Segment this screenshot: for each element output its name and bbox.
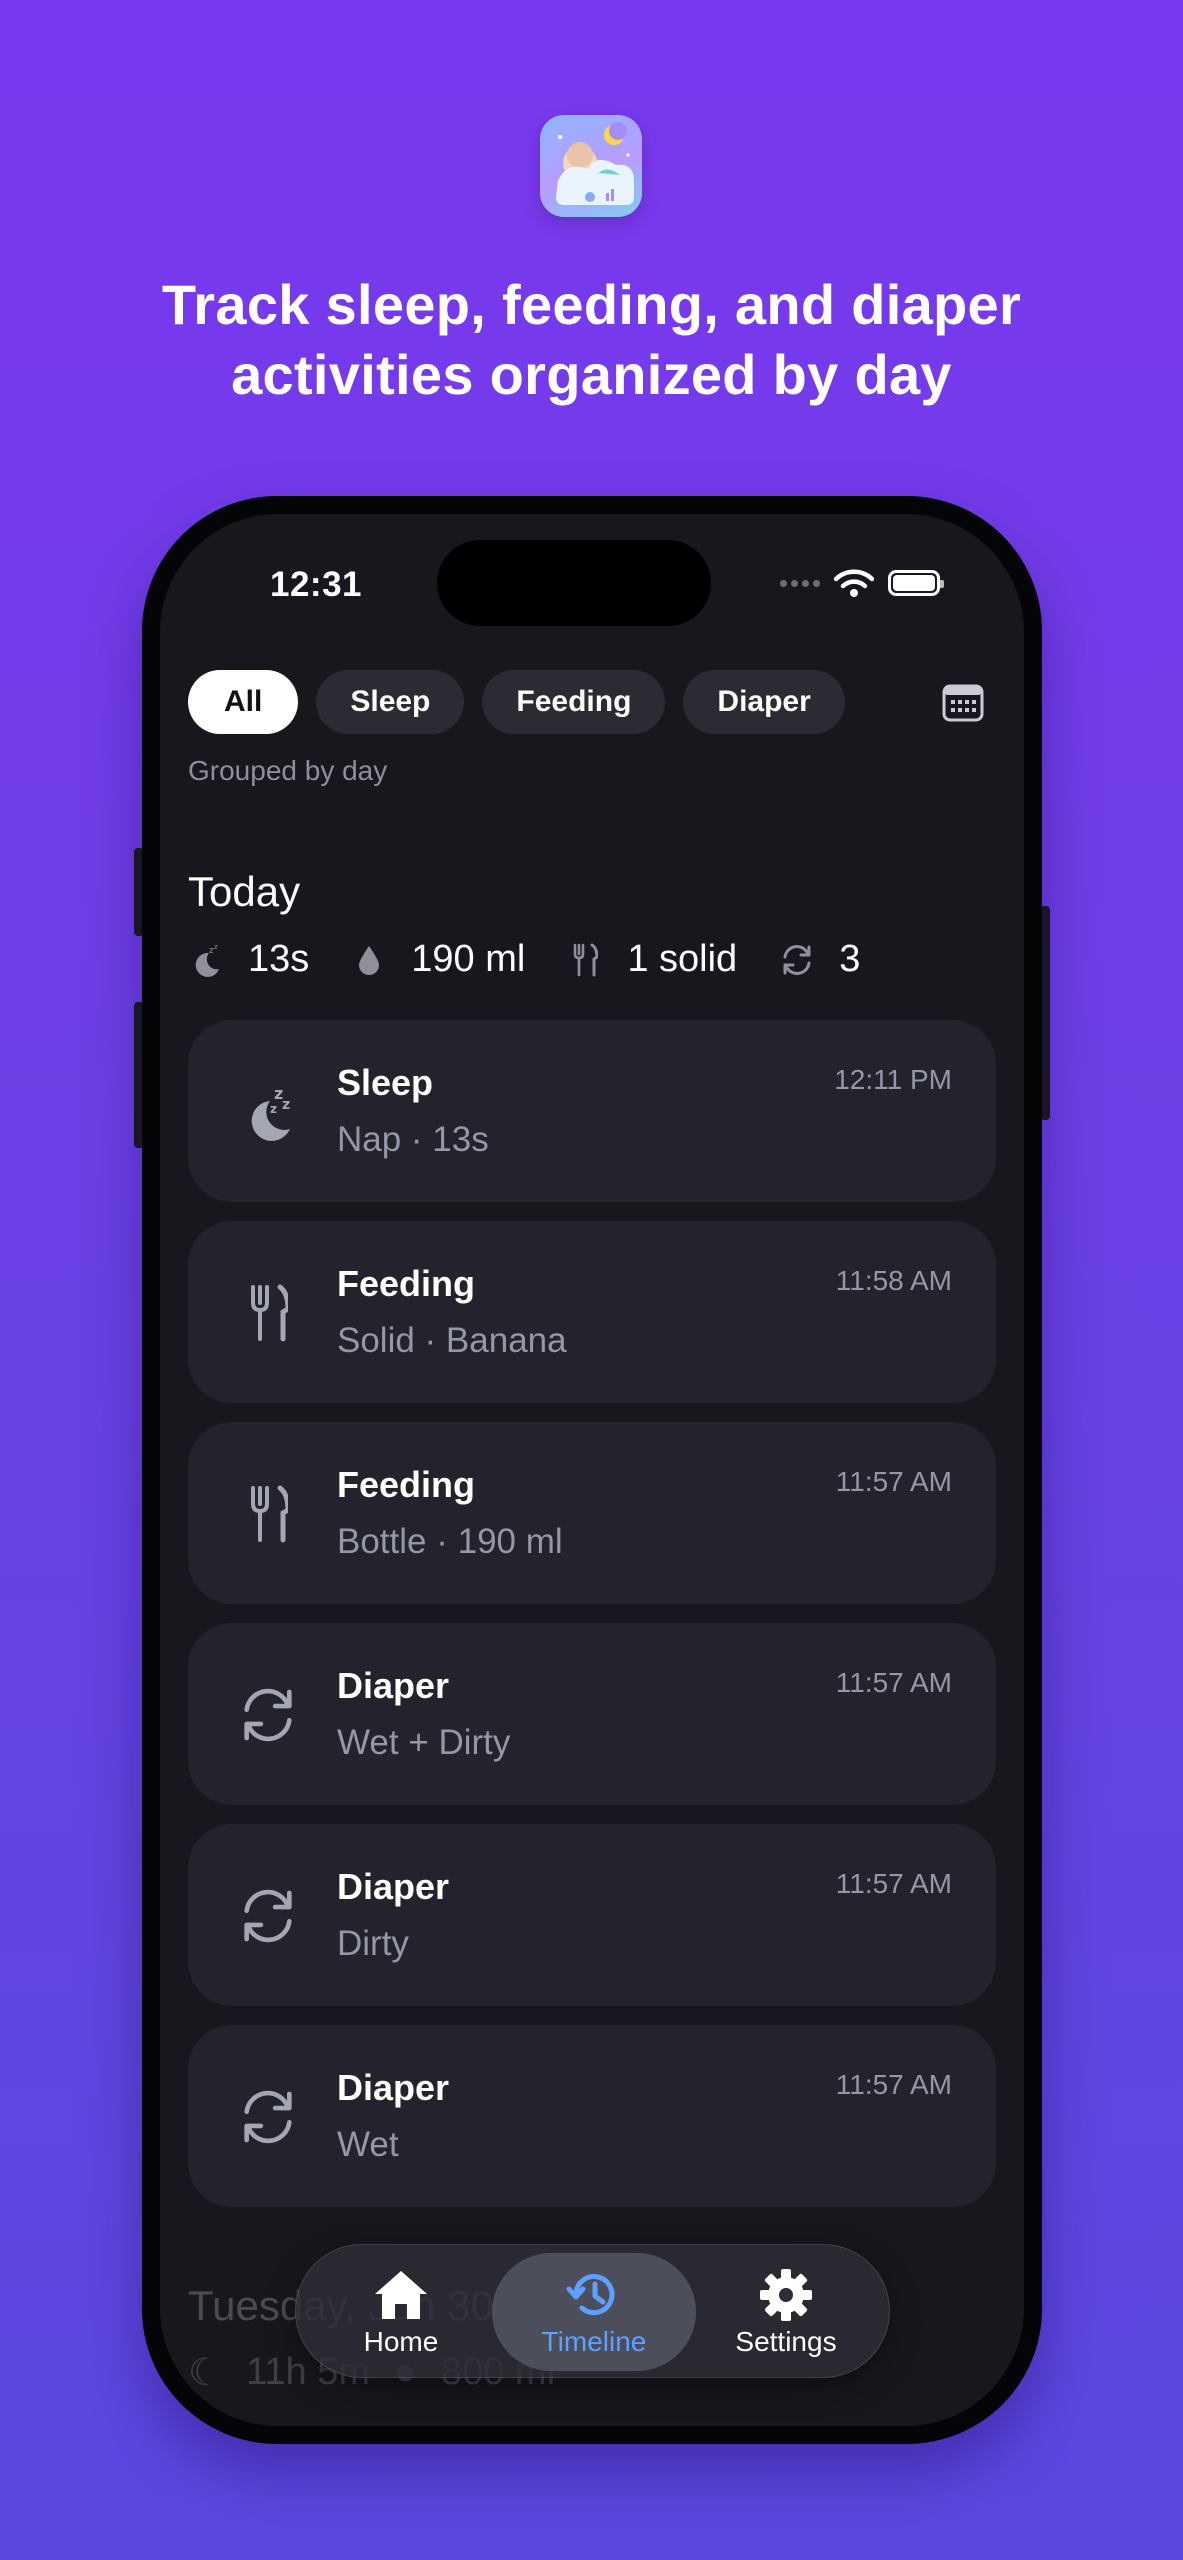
entry-title: Feeding — [337, 1263, 476, 1304]
gear-icon — [757, 2266, 815, 2324]
entry-title: Feeding — [337, 1464, 476, 1505]
tab-bar: Home Timeline Settings — [295, 2244, 890, 2378]
summary-sleep: z z 13s — [188, 938, 309, 981]
entry-time: 11:57 AM — [835, 1868, 952, 1899]
arrows-cycle-icon — [234, 2083, 302, 2151]
svg-text:z: z — [270, 1102, 277, 1116]
summary-bottle-value: 190 ml — [411, 938, 526, 980]
timeline-entry-diaper[interactable]: Diaper Dirty 11:57 AM — [188, 1824, 996, 2006]
summary-bottle: 190 ml — [351, 938, 525, 981]
timeline-entry-feeding[interactable]: Feeding Solid · Banana 11:58 AM — [188, 1221, 996, 1403]
filter-chip-all[interactable]: All — [188, 670, 299, 734]
timeline-entry-sleep[interactable]: z z z Sleep Nap · 13s 12:11 PM — [188, 1020, 996, 1202]
entry-detail: Wet — [337, 2125, 399, 2164]
entry-detail: Nap · 13s — [337, 1120, 489, 1159]
timeline-entry-diaper[interactable]: Diaper Wet 11:57 AM — [188, 2025, 996, 2207]
timeline-entry-feeding[interactable]: Feeding Bottle · 190 ml 11:57 AM — [188, 1422, 996, 1604]
app-icon — [540, 115, 642, 217]
moon-zzz-icon: z z — [195, 943, 219, 977]
status-time: 12:31 — [270, 565, 363, 604]
entry-title: Sleep — [337, 1062, 434, 1103]
svg-text:z: z — [214, 943, 218, 951]
summary-solid: 1 solid — [567, 938, 737, 981]
wifi-icon — [834, 569, 874, 597]
summary-solid-value: 1 solid — [627, 938, 738, 980]
arrows-cycle-icon — [783, 944, 811, 975]
filter-chips: All Sleep Feeding Diaper — [188, 670, 845, 734]
entry-detail: Wet + Dirty — [337, 1723, 511, 1762]
clock-history-icon — [565, 2266, 623, 2324]
entry-detail: Solid · Banana — [337, 1321, 567, 1360]
entry-detail: Dirty — [337, 1924, 409, 1963]
entry-title: Diaper — [337, 1866, 450, 1907]
tab-home-label: Home — [363, 2326, 439, 2357]
entry-title: Diaper — [337, 1665, 450, 1706]
status-indicators — [780, 568, 944, 598]
fork-knife-icon — [234, 1480, 302, 1548]
tab-home[interactable]: Home — [306, 2253, 496, 2371]
calendar-icon — [942, 684, 984, 722]
filter-chip-feeding[interactable]: Feeding — [482, 670, 666, 734]
timeline-entry-diaper[interactable]: Diaper Wet + Dirty 11:57 AM — [188, 1623, 996, 1805]
house-icon — [372, 2266, 430, 2324]
drop-icon — [359, 945, 380, 975]
summary-sleep-value: 13s — [248, 938, 310, 980]
entry-time: 11:58 AM — [835, 1265, 952, 1296]
entry-time: 12:11 PM — [834, 1064, 952, 1095]
marketing-headline: Track sleep, feeding, and diaper activit… — [161, 273, 1022, 406]
entry-time: 11:57 AM — [835, 2069, 952, 2100]
fork-knife-icon — [574, 943, 599, 976]
filter-chip-sleep[interactable]: Sleep — [316, 670, 465, 734]
tab-settings[interactable]: Settings — [691, 2253, 881, 2371]
grouped-by-day-note: Grouped by day — [188, 755, 388, 786]
calendar-button[interactable] — [940, 680, 986, 724]
moon-zzz-icon: z z z — [234, 1078, 302, 1146]
entry-time: 11:57 AM — [835, 1667, 952, 1698]
battery-icon — [888, 570, 944, 596]
tab-timeline-label: Timeline — [541, 2326, 647, 2357]
day-summary: z z 13s 190 ml 1 solid 3 — [188, 938, 902, 981]
entry-time: 11:57 AM — [835, 1466, 952, 1497]
summary-diapers-value: 3 — [839, 938, 861, 980]
tab-timeline[interactable]: Timeline — [492, 2253, 696, 2371]
summary-diapers: 3 — [779, 938, 860, 981]
moon-icon: ☾ — [188, 2352, 223, 2394]
timeline-entries: z z z Sleep Nap · 13s 12:11 PM Feeding S… — [188, 1020, 996, 2226]
entry-title: Diaper — [337, 2067, 450, 2108]
svg-text:z: z — [282, 1097, 290, 1113]
dynamic-island — [437, 540, 711, 626]
arrows-cycle-icon — [234, 1681, 302, 1749]
entry-detail: Bottle · 190 ml — [337, 1522, 563, 1561]
filter-chip-diaper[interactable]: Diaper — [683, 670, 845, 734]
baby-sleeping-on-cloud-icon — [556, 122, 634, 205]
day-header-today: Today — [188, 868, 301, 915]
fork-knife-icon — [234, 1279, 302, 1347]
arrows-cycle-icon — [234, 1882, 302, 1950]
cellular-signal-icon — [780, 579, 820, 587]
tab-settings-label: Settings — [735, 2326, 837, 2357]
